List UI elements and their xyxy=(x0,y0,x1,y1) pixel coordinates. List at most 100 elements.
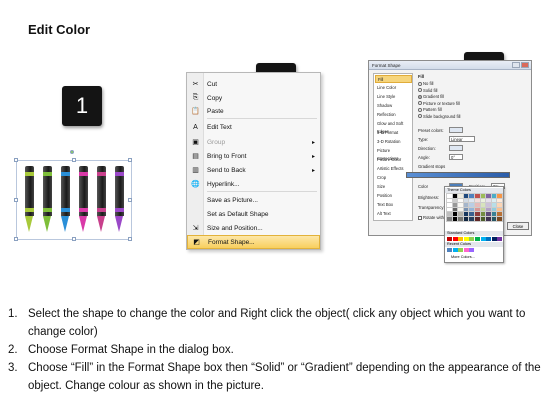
color-swatch[interactable] xyxy=(446,197,453,204)
color-swatch[interactable] xyxy=(479,215,487,222)
color-swatch[interactable] xyxy=(462,215,470,222)
menu-item-send-to-back[interactable]: ▥ Send to Back ▸ xyxy=(187,163,320,177)
fill-option-no-fill[interactable]: No fill xyxy=(418,81,433,86)
category-line-color[interactable]: Line Color xyxy=(375,84,412,92)
color-swatch[interactable] xyxy=(458,248,464,252)
color-swatch[interactable] xyxy=(468,202,476,209)
color-swatch[interactable] xyxy=(457,193,465,199)
color-swatch[interactable] xyxy=(462,202,470,209)
menu-item-format-shape[interactable]: ◩ Format Shape... xyxy=(187,235,320,249)
color-swatch[interactable] xyxy=(451,206,459,213)
color-swatch[interactable] xyxy=(490,202,498,209)
color-swatch[interactable] xyxy=(468,206,476,213)
color-swatch[interactable] xyxy=(497,237,503,241)
color-swatch[interactable] xyxy=(485,211,493,218)
category-size[interactable]: Size xyxy=(375,183,412,191)
menu-item-paste[interactable]: 📋 Paste xyxy=(187,104,320,118)
color-swatch[interactable] xyxy=(490,193,498,199)
color-swatch[interactable] xyxy=(451,193,459,199)
selection-handle[interactable] xyxy=(72,237,76,241)
color-swatch[interactable] xyxy=(457,215,465,222)
color-swatch[interactable] xyxy=(490,211,498,218)
color-swatch[interactable] xyxy=(473,202,481,209)
color-swatch[interactable] xyxy=(469,248,475,252)
color-swatch[interactable] xyxy=(463,248,469,252)
color-swatch[interactable] xyxy=(485,193,493,199)
color-swatch[interactable] xyxy=(463,237,469,241)
color-swatch[interactable] xyxy=(451,197,459,204)
crayon-1[interactable] xyxy=(25,166,34,232)
more-colors-link[interactable]: More Colors... xyxy=(451,255,475,259)
category-line-style[interactable]: Line Style xyxy=(375,93,412,101)
color-swatch[interactable] xyxy=(451,215,459,222)
rotation-handle[interactable] xyxy=(70,150,74,154)
menu-item-cut[interactable]: ✂ Cut xyxy=(187,77,320,91)
color-swatch[interactable] xyxy=(451,211,459,218)
selection-handle[interactable] xyxy=(128,158,132,162)
category-fill[interactable]: Fill xyxy=(375,75,412,83)
color-swatch[interactable] xyxy=(485,206,493,213)
category-shadow[interactable]: Shadow xyxy=(375,102,412,110)
crayon-shape-group[interactable] xyxy=(14,150,132,241)
color-swatch[interactable] xyxy=(469,237,475,241)
color-swatch[interactable] xyxy=(457,202,465,209)
help-icon[interactable] xyxy=(512,62,520,68)
color-swatch[interactable] xyxy=(485,202,493,209)
menu-item-set-as-default-shape[interactable]: Set as Default Shape xyxy=(187,207,320,221)
color-swatch[interactable] xyxy=(479,211,487,218)
color-swatch[interactable] xyxy=(496,193,504,199)
category-3-d-rotation[interactable]: 3-D Rotation xyxy=(375,138,412,146)
color-swatch[interactable] xyxy=(457,211,465,218)
color-swatch[interactable] xyxy=(468,211,476,218)
color-swatch[interactable] xyxy=(490,206,498,213)
selection-handle[interactable] xyxy=(14,198,18,202)
color-swatch[interactable] xyxy=(473,215,481,222)
type-dropdown[interactable]: Linear xyxy=(449,136,475,142)
color-swatch[interactable] xyxy=(447,237,452,241)
color-swatch[interactable] xyxy=(490,215,498,222)
fill-option-pattern-fill[interactable]: Pattern fill xyxy=(418,107,442,112)
menu-item-edit-text[interactable]: A Edit Text xyxy=(187,120,320,134)
selection-handle[interactable] xyxy=(128,198,132,202)
color-swatch[interactable] xyxy=(446,211,453,218)
color-swatch[interactable] xyxy=(468,215,476,222)
color-swatch[interactable] xyxy=(496,215,504,222)
color-swatch[interactable] xyxy=(468,197,476,204)
color-swatch[interactable] xyxy=(496,206,504,213)
color-swatch[interactable] xyxy=(457,206,465,213)
selection-handle[interactable] xyxy=(72,158,76,162)
color-swatch[interactable] xyxy=(496,211,504,218)
selection-handle[interactable] xyxy=(14,237,18,241)
color-swatch[interactable] xyxy=(451,202,459,209)
color-swatch[interactable] xyxy=(474,237,480,241)
close-icon[interactable] xyxy=(521,62,529,68)
category-picture-corrections[interactable]: Picture Corrections xyxy=(375,147,412,161)
color-swatch[interactable] xyxy=(446,193,453,199)
menu-item-bring-to-front[interactable]: ▤ Bring to Front ▸ xyxy=(187,149,320,163)
color-swatch[interactable] xyxy=(485,215,493,222)
color-swatch[interactable] xyxy=(491,237,497,241)
angle-input[interactable]: 0° xyxy=(449,154,463,160)
color-swatch[interactable] xyxy=(486,237,492,241)
color-swatch[interactable] xyxy=(479,202,487,209)
menu-item-copy[interactable]: ⎘ Copy xyxy=(187,91,320,105)
color-swatch[interactable] xyxy=(490,197,498,204)
menu-item-save-as-picture[interactable]: Save as Picture... xyxy=(187,193,320,207)
category-reflection[interactable]: Reflection xyxy=(375,111,412,119)
color-swatch[interactable] xyxy=(458,237,464,241)
menu-item-size-and-position[interactable]: ⇲ Size and Position... xyxy=(187,221,320,235)
category-glow-and-soft-edges[interactable]: Glow and Soft Edges xyxy=(375,120,412,134)
color-swatch[interactable] xyxy=(446,206,453,213)
menu-item-hyperlink[interactable]: 🌐 Hyperlink... xyxy=(187,177,320,191)
selection-handle[interactable] xyxy=(14,158,18,162)
close-button[interactable]: Close xyxy=(507,222,529,230)
category-text-box[interactable]: Text Box xyxy=(375,201,412,209)
fill-option-gradient-fill[interactable]: Gradient fill xyxy=(418,94,444,99)
color-swatch[interactable] xyxy=(452,248,458,252)
color-swatch[interactable] xyxy=(496,202,504,209)
color-swatch[interactable] xyxy=(473,211,481,218)
color-swatch[interactable] xyxy=(496,197,504,204)
color-swatch[interactable] xyxy=(446,215,453,222)
color-swatch[interactable] xyxy=(479,193,487,199)
color-swatch[interactable] xyxy=(473,206,481,213)
